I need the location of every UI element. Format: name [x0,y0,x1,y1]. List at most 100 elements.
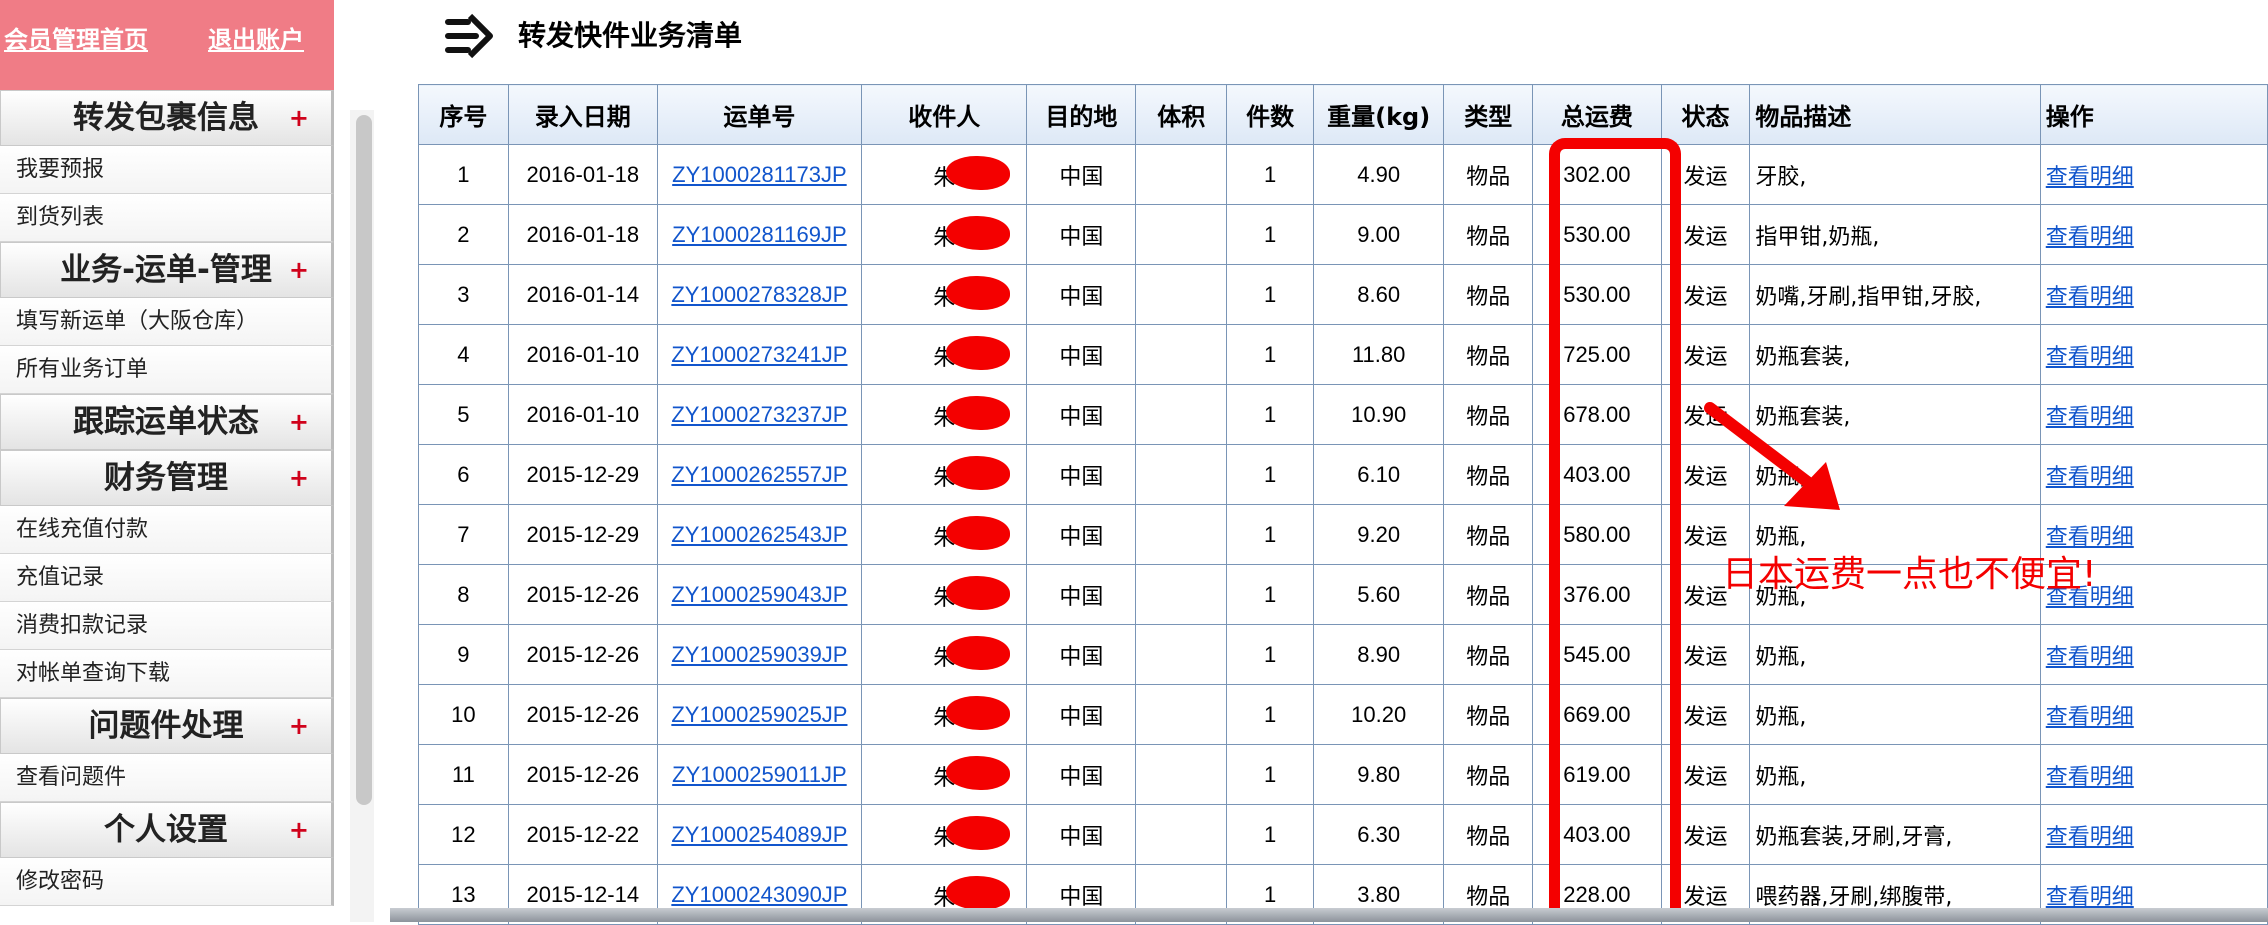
sidebar-section-title: 问题件处理 [88,708,244,744]
cell-weight: 11.80 [1313,324,1445,385]
cell-volume [1135,444,1228,505]
column-header: 运单号 [656,84,863,145]
sidebar-item[interactable]: 所有业务订单 [0,346,334,394]
member-home-link[interactable]: 会员管理首页 [4,20,148,55]
cell-dest: 中国 [1026,444,1137,505]
waybill-link[interactable]: ZY1000259039JP [671,642,847,667]
sidebar-section-header[interactable]: 转发包裹信息 + [0,90,334,146]
cell-pieces: 1 [1226,264,1315,325]
view-details-link[interactable]: 查看明细 [2046,164,2134,189]
sidebar-item[interactable]: 在线充值付款 [0,506,334,554]
table-row: 6 2015-12-29 ZY1000262557JP 朱中国 1 6.10 物品 403.0… [418,444,2268,505]
cell-pieces: 1 [1226,624,1315,685]
waybill-link[interactable]: ZY1000259025JP [671,702,847,727]
view-details-link[interactable]: 查看明细 [2046,344,2134,369]
cell-recipient: 朱 [861,504,1028,565]
sidebar-section-title: 转发包裹信息 [73,100,259,136]
expand-plus-icon[interactable]: + [289,243,309,297]
waybill-link[interactable]: ZY1000262557JP [671,462,847,487]
cell-recipient: 朱 [861,564,1028,625]
os-dock [390,908,2268,922]
cell-type: 物品 [1443,204,1534,265]
cell-no: 8 [418,564,509,625]
cell-pieces: 1 [1226,444,1315,505]
cell-recipient: 朱 [861,384,1028,445]
expand-plus-icon[interactable]: + [289,395,309,449]
recipient-name: 朱 [924,695,1011,731]
cell-volume [1135,504,1228,565]
waybill-link[interactable]: ZY1000278328JP [671,282,847,307]
logout-link[interactable]: 退出账户 [208,20,304,55]
view-details-link[interactable]: 查看明细 [2046,824,2134,849]
view-details-link[interactable]: 查看明细 [2046,404,2134,429]
table-row: 3 2016-01-14 ZY1000278328JP 朱中国 1 8.60 物品 530.0… [418,264,2268,325]
cell-no: 1 [418,144,509,205]
cell-action: 查看明细 [2039,684,2268,745]
waybill-link[interactable]: ZY1000259011JP [672,762,847,787]
waybill-link[interactable]: ZY1000254089JP [671,822,847,847]
view-details-link[interactable]: 查看明细 [2046,644,2134,669]
cell-volume [1135,684,1228,745]
waybill-link[interactable]: ZY1000273237JP [671,402,847,427]
view-details-link[interactable]: 查看明细 [2046,284,2134,309]
waybill-link[interactable]: ZY1000273241JP [671,342,847,367]
cell-action: 查看明细 [2039,804,2268,865]
cell-waybill: ZY1000262543JP [656,504,863,565]
cell-desc: 奶瓶套装, [1749,324,2041,385]
cell-recipient: 朱 [861,444,1028,505]
sidebar-section-header[interactable]: 个人设置 + [0,802,334,858]
cell-type: 物品 [1443,324,1534,385]
cell-dest: 中国 [1026,264,1137,325]
view-details-link[interactable]: 查看明细 [2046,764,2134,789]
waybill-link[interactable]: ZY1000243090JP [671,882,847,907]
waybill-link[interactable]: ZY1000281169JP [672,222,847,247]
waybill-link[interactable]: ZY1000262543JP [671,522,847,547]
sidebar-section-header[interactable]: 财务管理 + [0,450,334,506]
waybill-link[interactable]: ZY1000281173JP [672,162,847,187]
sidebar-item[interactable]: 充值记录 [0,554,334,602]
cell-weight: 8.60 [1313,264,1445,325]
redaction-blot [946,875,1011,910]
column-header: 录入日期 [507,84,658,145]
top-links-bar: 会员管理首页 退出账户 [0,0,334,90]
table-row: 4 2016-01-10 ZY1000273241JP 朱中国 1 11.80 物品 725.… [418,324,2268,385]
view-details-link[interactable]: 查看明细 [2046,704,2134,729]
recipient-name: 朱 [924,155,1011,191]
view-details-link[interactable]: 查看明细 [2046,884,2134,909]
sidebar-item[interactable]: 到货列表 [0,194,334,242]
expand-plus-icon[interactable]: + [289,803,309,857]
expand-plus-icon[interactable]: + [289,451,309,505]
cell-dest: 中国 [1026,504,1137,565]
cell-date: 2015-12-29 [507,504,658,565]
cell-volume [1135,744,1228,805]
sidebar-item[interactable]: 我要预报 [0,146,334,194]
shipments-table: 序号 录入日期 运单号 收件人 目的地 体积 件数 重量(kg) 类型 总运费 状态 物品描述 操作 1… [418,84,2268,925]
cell-date: 2016-01-10 [507,384,658,445]
expand-plus-icon[interactable]: + [289,699,309,753]
sidebar-section-header[interactable]: 跟踪运单状态 + [0,394,334,450]
annotation-arrow-icon [1704,402,1840,510]
column-header: 收件人 [861,84,1028,145]
sidebar-section-header[interactable]: 业务-运单-管理 + [0,242,334,298]
sidebar-item[interactable]: 查看问题件 [0,754,334,802]
sidebar-item[interactable]: 修改密码 [0,858,334,906]
cell-dest: 中国 [1026,204,1137,265]
sidebar-item[interactable]: 对帐单查询下载 [0,650,334,698]
cell-date: 2015-12-29 [507,444,658,505]
cell-no: 4 [418,324,509,385]
view-details-link[interactable]: 查看明细 [2046,224,2134,249]
cell-weight: 4.90 [1313,144,1445,205]
cell-waybill: ZY1000273237JP [656,384,863,445]
sidebar-item[interactable]: 消费扣款记录 [0,602,334,650]
expand-plus-icon[interactable]: + [289,91,309,145]
waybill-link[interactable]: ZY1000259043JP [671,582,847,607]
sidebar-scrollbar-thumb[interactable] [356,115,372,805]
cell-action: 查看明细 [2039,324,2268,385]
view-details-link[interactable]: 查看明细 [2046,464,2134,489]
sidebar-section-header[interactable]: 问题件处理 + [0,698,334,754]
cell-desc: 奶瓶, [1749,744,2041,805]
cell-dest: 中国 [1026,384,1137,445]
sidebar-item[interactable]: 填写新运单（大阪仓库） [0,298,334,346]
cell-pieces: 1 [1226,804,1315,865]
cell-desc: 奶嘴,牙刷,指甲钳,牙胶, [1749,264,2041,325]
